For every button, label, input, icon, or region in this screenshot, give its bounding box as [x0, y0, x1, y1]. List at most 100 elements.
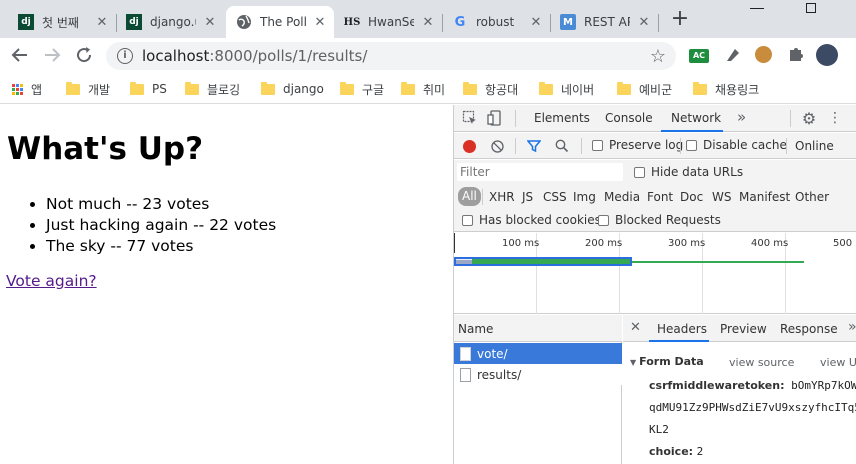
tab-hwanse[interactable]: HS HwanSe ✕: [334, 6, 442, 38]
star-icon[interactable]: ☆: [650, 46, 666, 67]
close-details-icon[interactable]: ✕: [630, 320, 641, 335]
more-panels-button[interactable]: »: [737, 108, 746, 126]
device-toolbar-icon[interactable]: [487, 110, 503, 126]
address-bar[interactable]: i localhost:8000/polls/1/results/ ☆: [106, 42, 676, 70]
document-icon: [460, 367, 471, 382]
close-icon[interactable]: ✕: [420, 15, 436, 30]
blocked-requests-checkbox[interactable]: Blocked Requests: [598, 213, 721, 227]
bookmark-label: PS: [152, 82, 167, 96]
close-icon[interactable]: ✕: [94, 15, 110, 30]
clear-icon[interactable]: [491, 140, 504, 153]
vote-again-link[interactable]: Vote again?: [6, 272, 97, 290]
type-filter-ws[interactable]: WS: [712, 190, 731, 204]
forward-icon[interactable]: [41, 44, 63, 66]
tab-first[interactable]: dj 첫 번째 ✕: [8, 6, 116, 38]
tab-network[interactable]: Network: [671, 111, 721, 125]
timeline-overview[interactable]: 100 ms 200 ms 300 ms 400 ms 500 n: [454, 233, 856, 314]
bookmark-folder[interactable]: 구글: [340, 80, 384, 98]
maximize-icon[interactable]: [806, 3, 816, 13]
type-filter-media[interactable]: Media: [604, 190, 640, 204]
tab-headers[interactable]: Headers: [657, 322, 707, 336]
type-filter-all[interactable]: All: [458, 187, 481, 206]
request-row-selected[interactable]: vote/: [454, 343, 622, 364]
bookmark-folder[interactable]: django: [261, 80, 324, 98]
tab-label: The Poll: [260, 15, 306, 29]
request-row[interactable]: results/: [454, 364, 622, 385]
settings-gear-icon[interactable]: ⚙: [801, 109, 817, 128]
tab-console[interactable]: Console: [605, 111, 653, 125]
timeline-tick: 300 ms: [668, 238, 706, 249]
bookmark-folder[interactable]: 개발: [66, 80, 110, 98]
tab-google-robust[interactable]: G robust ✕: [442, 6, 550, 38]
bookmark-folder[interactable]: 취미: [401, 80, 445, 98]
tab-response[interactable]: Response: [780, 322, 838, 336]
search-icon[interactable]: [555, 139, 569, 153]
back-icon[interactable]: [9, 44, 31, 66]
django-icon: dj: [18, 14, 34, 30]
view-url-encoded-link[interactable]: view U: [820, 356, 856, 369]
type-filter-css[interactable]: CSS: [543, 190, 567, 204]
type-filter-other[interactable]: Other: [795, 190, 829, 204]
bookmark-folder[interactable]: 항공대: [463, 80, 518, 98]
bookmark-folder[interactable]: PS: [130, 80, 167, 98]
devtools-divider: [515, 138, 516, 154]
close-icon[interactable]: ✕: [202, 15, 218, 30]
blocked-filter-row: Has blocked cookies Blocked Requests: [454, 210, 856, 232]
form-data-section-header[interactable]: ▼ Form Data: [630, 355, 704, 368]
cookie-icon[interactable]: [755, 46, 772, 63]
timeline-tick: 200 ms: [585, 238, 623, 249]
bookmark-label: django: [283, 82, 324, 96]
disable-cache-checkbox[interactable]: Disable cache: [686, 138, 787, 152]
reload-icon[interactable]: [73, 44, 95, 66]
preserve-log-label: Preserve log: [609, 138, 684, 152]
close-icon[interactable]: ✕: [312, 15, 328, 30]
extension-icon[interactable]: [723, 45, 743, 65]
hide-data-urls-checkbox[interactable]: Hide data URLs: [634, 165, 743, 179]
inspect-icon[interactable]: [462, 110, 478, 126]
close-icon[interactable]: ✕: [636, 15, 652, 30]
close-icon[interactable]: ✕: [528, 15, 544, 30]
bookmark-apps[interactable]: 앱: [12, 80, 42, 98]
type-filter-js[interactable]: JS: [522, 190, 533, 204]
filter-input[interactable]: [457, 163, 623, 181]
more-options-icon[interactable]: ⋮: [828, 110, 842, 126]
poll-question-title: What's Up?: [7, 131, 204, 167]
puzzle-icon[interactable]: [786, 44, 806, 64]
tab-django-docs[interactable]: dj django.u ✕: [116, 6, 224, 38]
has-blocked-cookies-checkbox[interactable]: Has blocked cookies: [462, 213, 601, 227]
info-icon[interactable]: i: [117, 48, 133, 64]
apps-grid-icon: [12, 83, 23, 95]
checkbox-box: [462, 214, 473, 226]
more-detail-tabs[interactable]: »: [848, 319, 856, 335]
tab-network-underline: [661, 130, 723, 132]
record-icon[interactable]: [463, 140, 476, 153]
tab-poll-active[interactable]: The Poll ✕: [226, 6, 334, 38]
view-source-link[interactable]: view source: [729, 356, 794, 369]
new-tab-button[interactable]: +: [668, 8, 692, 31]
django-icon: dj: [126, 14, 142, 30]
type-filter-doc[interactable]: Doc: [680, 190, 703, 204]
name-column-header[interactable]: Name: [454, 315, 622, 342]
timeline-tick: 100 ms: [502, 238, 540, 249]
type-filter-manifest[interactable]: Manifest: [739, 190, 790, 204]
type-filter-font[interactable]: Font: [647, 190, 673, 204]
extension-badge[interactable]: AC: [689, 49, 709, 63]
bookmark-folder[interactable]: 예비군: [617, 80, 672, 98]
devtools-divider: [482, 189, 483, 205]
filter-funnel-icon[interactable]: [526, 139, 542, 153]
type-filter-img[interactable]: Img: [573, 190, 596, 204]
tab-elements[interactable]: Elements: [534, 111, 590, 125]
bookmark-folder[interactable]: 블로깅: [185, 80, 240, 98]
tab-separator: [658, 14, 659, 32]
avatar[interactable]: [816, 44, 838, 66]
throttle-select[interactable]: Online: [795, 139, 834, 153]
tab-preview[interactable]: Preview: [720, 322, 767, 336]
bookmark-folder[interactable]: 채용링크: [693, 80, 759, 98]
bookmark-folder[interactable]: 네이버: [539, 80, 594, 98]
tab-rest-api[interactable]: M REST AP ✕: [550, 6, 658, 38]
preserve-log-checkbox[interactable]: Preserve log: [592, 138, 683, 152]
type-filter-xhr[interactable]: XHR: [489, 190, 515, 204]
url-path: :8000/polls/1/results/: [209, 47, 368, 65]
google-icon: G: [454, 14, 466, 30]
minimize-icon[interactable]: [750, 8, 764, 9]
